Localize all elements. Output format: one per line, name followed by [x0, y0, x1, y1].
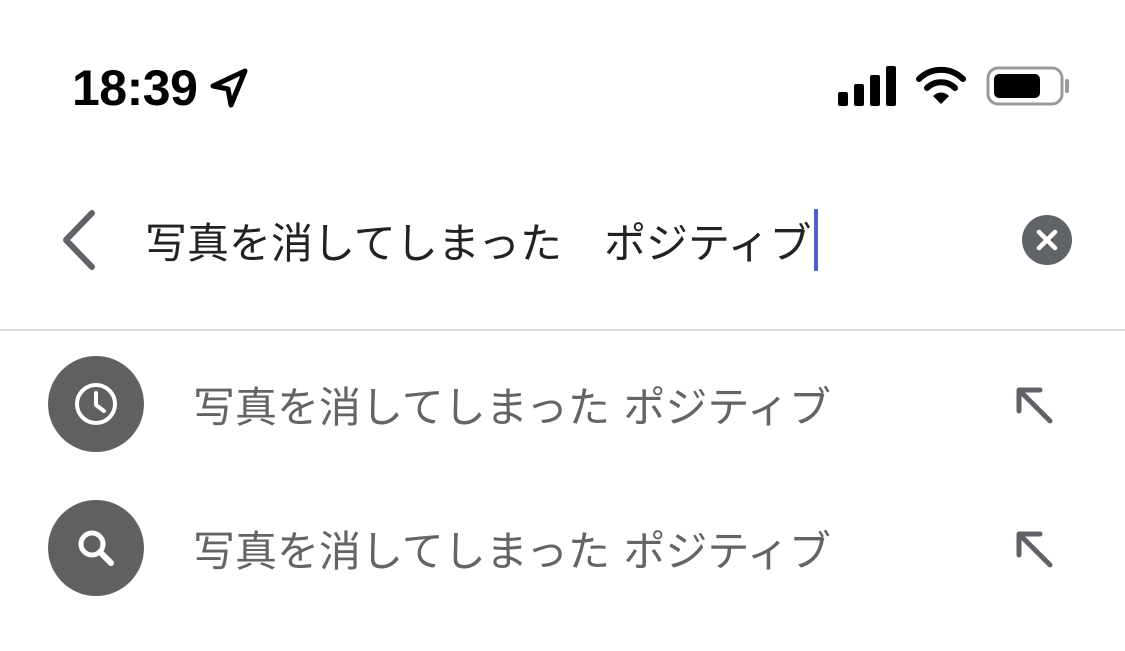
chevron-left-icon	[63, 210, 95, 270]
location-arrow-icon	[210, 68, 248, 108]
search-input[interactable]: 写真を消してしまった ポジティブ	[145, 205, 818, 275]
status-time-group: 18:39	[72, 58, 249, 118]
battery-icon	[986, 66, 1069, 106]
search-bar: 写真を消してしまった ポジティブ	[0, 170, 1125, 310]
clear-circle-icon	[1036, 229, 1058, 251]
arrow-up-left-icon	[1016, 387, 1053, 424]
fill-query-button[interactable]	[1010, 381, 1058, 429]
cellular-signal-icon	[838, 66, 896, 106]
search-icon-circle	[48, 500, 144, 596]
wifi-icon	[916, 66, 966, 104]
history-icon-circle	[48, 356, 144, 452]
back-button[interactable]	[50, 205, 106, 275]
search-icon	[78, 530, 114, 566]
status-icons	[838, 66, 1070, 106]
fill-query-button[interactable]	[1010, 525, 1058, 573]
suggestion-text: 写真を消してしまった ポジティブ	[193, 526, 831, 576]
suggestion-item-search[interactable]: 写真を消してしまった ポジティブ	[0, 475, 1125, 619]
suggestion-item-history[interactable]: 写真を消してしまった ポジティブ	[0, 331, 1125, 475]
clear-search-button[interactable]	[1022, 215, 1072, 265]
status-bar: 18:39	[0, 0, 1125, 150]
suggestion-list: 写真を消してしまった ポジティブ 写真を消してしまった ポジティブ	[0, 331, 1125, 619]
suggestion-text: 写真を消してしまった ポジティブ	[193, 382, 831, 432]
search-query-text: 写真を消してしまった ポジティブ	[145, 218, 812, 268]
arrow-up-left-icon	[1016, 531, 1053, 568]
history-clock-icon	[75, 383, 117, 425]
status-time: 18:39	[72, 60, 198, 116]
text-caret	[813, 209, 818, 271]
